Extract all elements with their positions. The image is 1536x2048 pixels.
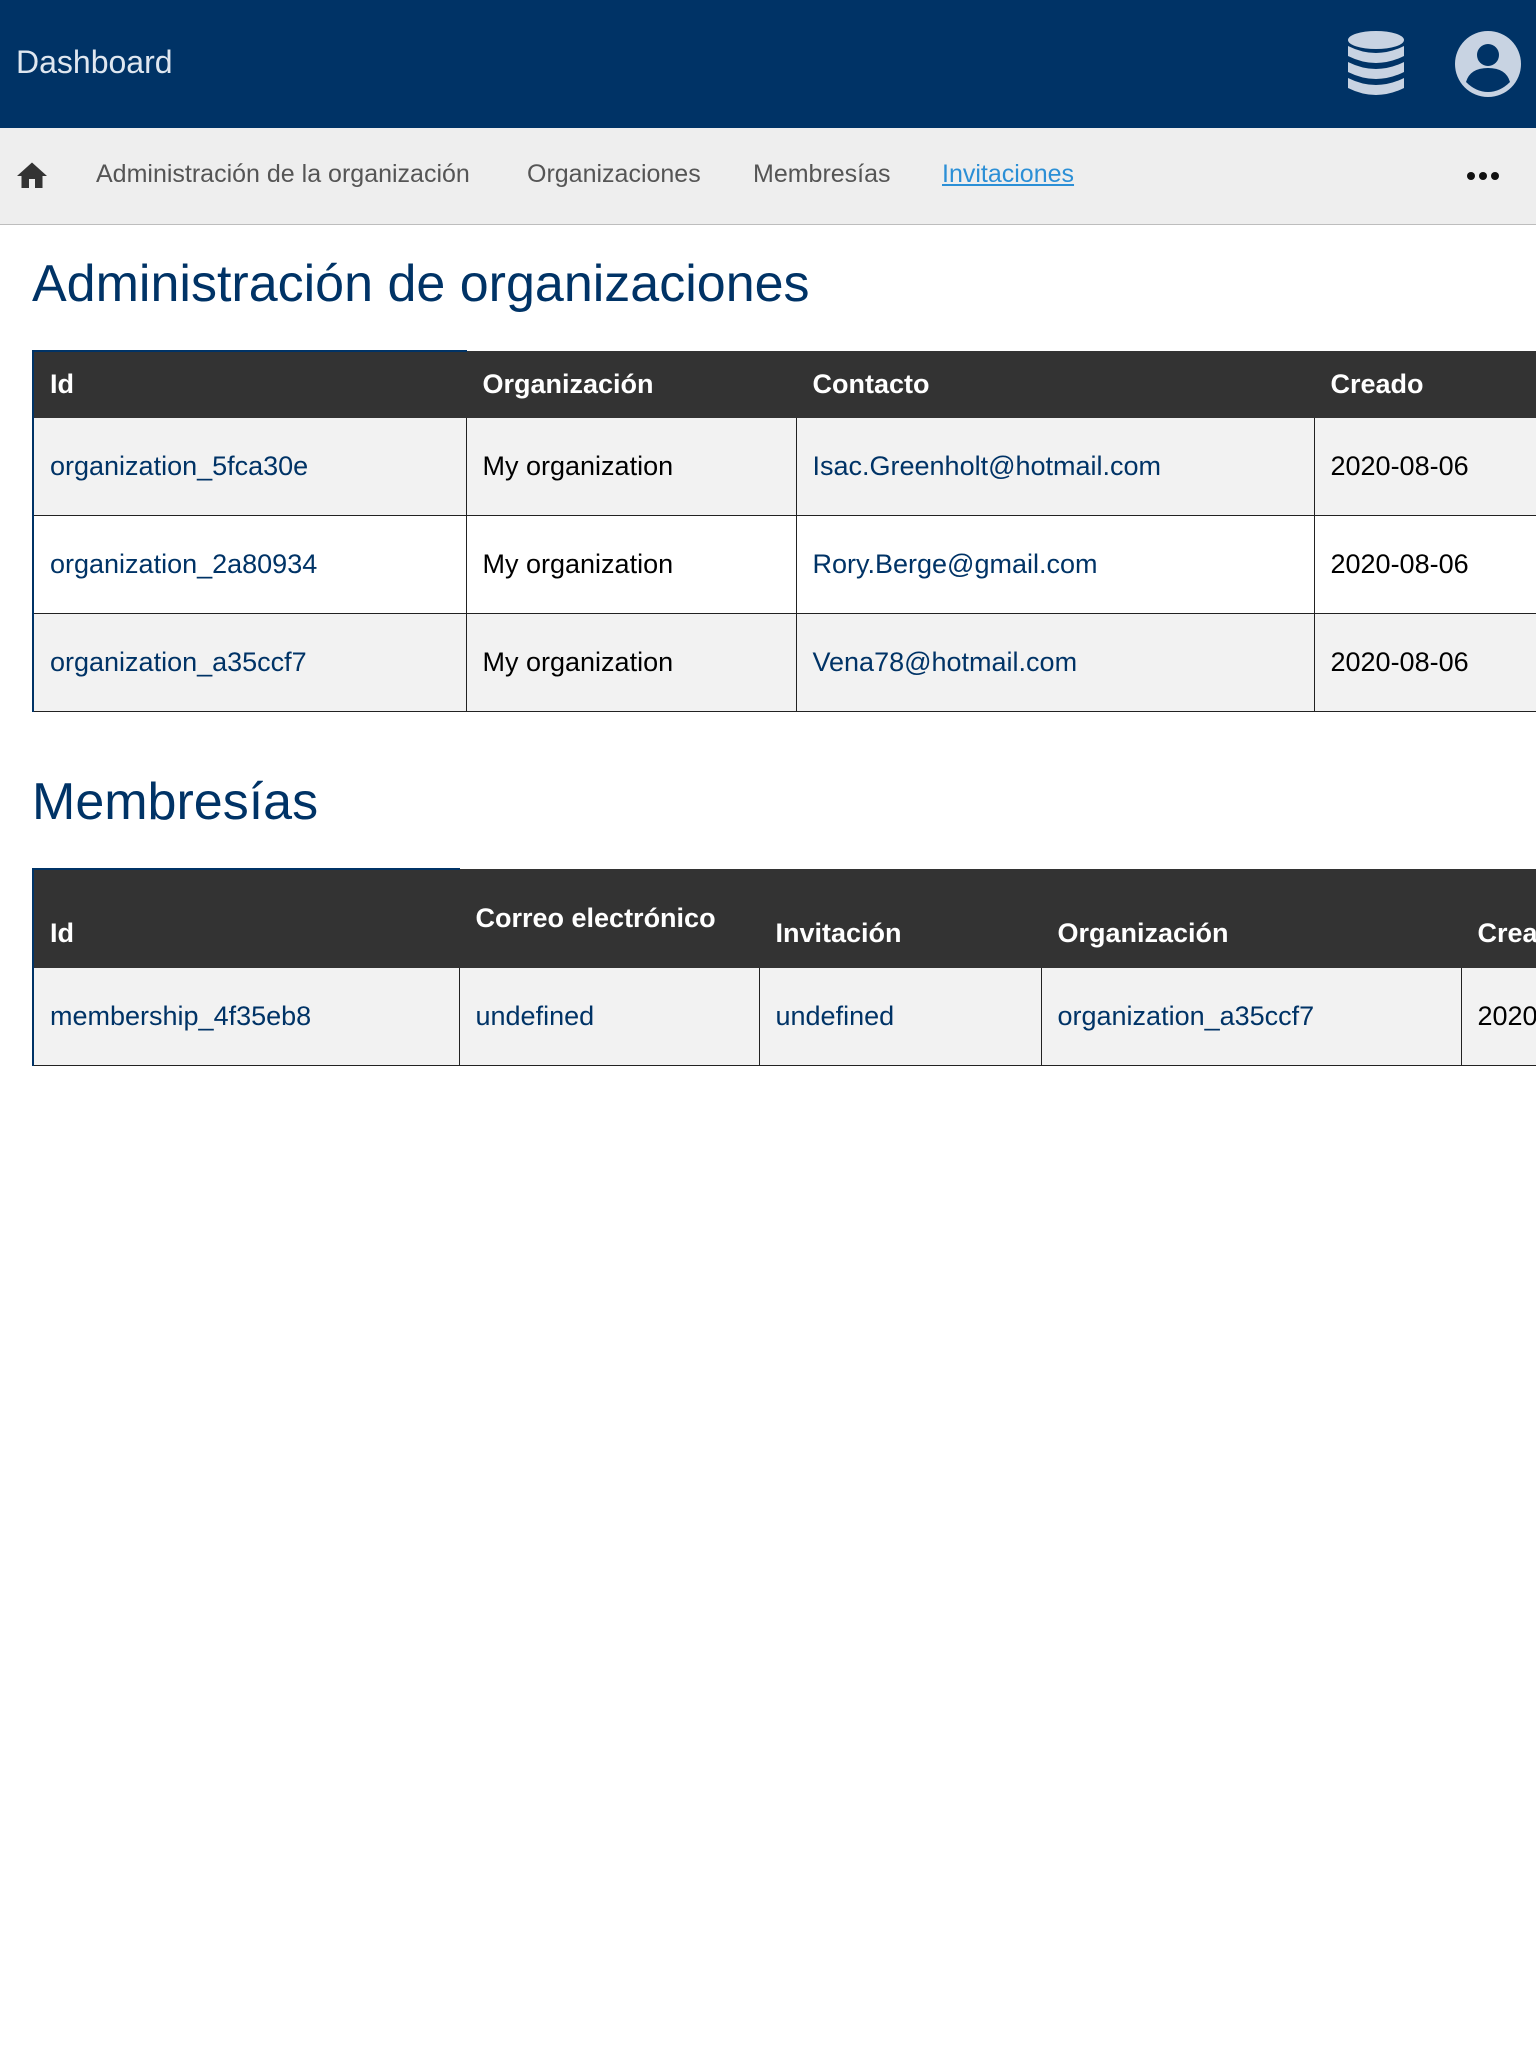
column-header-created[interactable]: Creado (1460, 868, 1536, 968)
memberships-table: Id Correo electrónico Invitación Organiz… (32, 868, 1536, 1066)
column-header-organization[interactable]: Organización (1040, 868, 1462, 968)
created-date-cell: 2020-08-06 (1313, 612, 1536, 712)
page: Dashboard Administración de la organizac… (0, 0, 1536, 2048)
memberships-title: Membresías (32, 773, 319, 831)
contact-email-link[interactable]: Vena78@hotmail.com (813, 647, 1078, 677)
membership-email-link[interactable]: undefined (476, 1001, 595, 1031)
dashboard-link[interactable]: Dashboard (16, 44, 173, 81)
more-button[interactable] (1462, 158, 1504, 194)
column-header-created[interactable]: Creado (1313, 350, 1536, 418)
organization-id-link[interactable]: organization_a35ccf7 (50, 647, 307, 677)
organization-name-cell: My organization (465, 514, 797, 614)
column-header-organization[interactable]: Organización (465, 350, 797, 418)
organization-id-link[interactable]: organization_2a80934 (50, 549, 317, 579)
database-button[interactable] (1346, 30, 1406, 98)
table-row: membership_4f35eb8 undefined undefined o… (32, 966, 1536, 1066)
nav-item-organization-admin[interactable]: Administración de la organización (96, 160, 470, 189)
membership-organization-link[interactable]: organization_a35ccf7 (1058, 1001, 1315, 1031)
column-header-email[interactable]: Correo electrónico (458, 868, 760, 968)
nav-item-invitations[interactable]: Invitaciones (942, 160, 1074, 189)
account-button[interactable] (1454, 30, 1522, 98)
home-icon (17, 162, 47, 188)
column-header-id[interactable]: Id (32, 350, 467, 418)
column-header-contact[interactable]: Contacto (795, 350, 1315, 418)
organization-id-link[interactable]: organization_5fca30e (50, 451, 308, 481)
section-nav: Administración de la organización Organi… (0, 128, 1536, 225)
organization-name-cell: My organization (465, 416, 797, 516)
nav-item-organizations[interactable]: Organizaciones (527, 160, 701, 189)
home-button[interactable] (14, 158, 50, 194)
table-row: organization_a35ccf7 My organization Ven… (32, 612, 1536, 712)
nav-item-memberships[interactable]: Membresías (753, 160, 891, 189)
organizations-title: Administración de organizaciones (32, 255, 810, 313)
table-header-row: Id Organización Contacto Creado (32, 350, 1536, 418)
account-circle-icon (1455, 31, 1521, 97)
more-horizontal-icon (1467, 172, 1499, 180)
contact-email-link[interactable]: Rory.Berge@gmail.com (813, 549, 1098, 579)
contact-email-link[interactable]: Isac.Greenholt@hotmail.com (813, 451, 1162, 481)
organizations-table: Id Organización Contacto Creado organiza… (32, 350, 1536, 712)
app-header: Dashboard (0, 0, 1536, 128)
column-header-invitation[interactable]: Invitación (758, 868, 1042, 968)
table-header-row: Id Correo electrónico Invitación Organiz… (32, 868, 1536, 968)
created-date-cell: 2020-08-06 (1460, 966, 1536, 1066)
organization-name-cell: My organization (465, 612, 797, 712)
created-date-cell: 2020-08-06 (1313, 514, 1536, 614)
table-row: organization_2a80934 My organization Ror… (32, 514, 1536, 614)
created-date-cell: 2020-08-06 (1313, 416, 1536, 516)
membership-invitation-link[interactable]: undefined (776, 1001, 895, 1031)
column-header-id[interactable]: Id (32, 868, 460, 968)
table-row: organization_5fca30e My organization Isa… (32, 416, 1536, 516)
database-icon (1348, 31, 1404, 95)
membership-id-link[interactable]: membership_4f35eb8 (50, 1001, 311, 1031)
